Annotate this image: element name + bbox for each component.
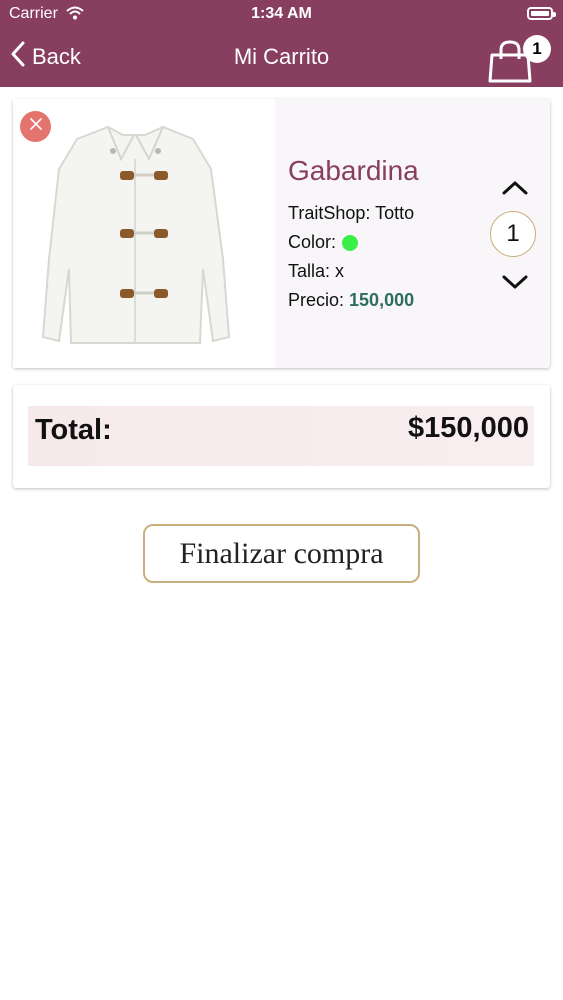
status-time: 1:34 AM — [251, 5, 312, 22]
product-image — [13, 99, 275, 368]
size-label: Talla: — [288, 261, 331, 281]
quantity-increase-button[interactable] — [500, 177, 530, 199]
quantity-decrease-button[interactable] — [500, 271, 530, 293]
price-label: Precio: — [288, 290, 345, 310]
checkout-button[interactable]: Finalizar compra — [143, 524, 420, 583]
battery-icon — [527, 7, 556, 20]
store-label: TraitShop: — [288, 203, 371, 223]
status-bar: Carrier 1:34 AM — [0, 0, 563, 30]
top-bar: Carrier 1:34 AM Back Mi Carrito 1 — [0, 0, 563, 87]
cart-button[interactable]: 1 — [488, 35, 551, 83]
page-title: Mi Carrito — [233, 44, 330, 69]
product-color: Color: — [288, 232, 359, 253]
product-name: Gabardina — [288, 155, 419, 186]
remove-item-button[interactable] — [20, 111, 51, 142]
product-price: Precio: 150,000 — [288, 290, 414, 311]
total-card: Total: $150,000 — [13, 385, 550, 488]
total-label: Total: — [35, 414, 112, 446]
color-label: Color: — [288, 232, 337, 252]
chevron-up-icon — [500, 181, 530, 203]
price-value: 150,000 — [349, 290, 415, 310]
size-value: x — [335, 261, 345, 281]
cart-count-badge: 1 — [523, 35, 551, 63]
total-row: Total: $150,000 — [28, 406, 534, 466]
product-store: TraitShop: Totto — [288, 203, 414, 224]
cart-item-card: Gabardina TraitShop: Totto Color: Talla:… — [13, 99, 550, 368]
store-value: Totto — [375, 203, 415, 223]
close-icon — [28, 116, 44, 137]
navigation-bar: Back Mi Carrito 1 — [0, 30, 563, 87]
product-size: Talla: x — [288, 261, 344, 282]
color-swatch — [342, 234, 359, 251]
total-value: $150,000 — [408, 412, 529, 444]
chevron-down-icon — [500, 275, 530, 297]
quantity-value: 1 — [490, 211, 536, 257]
